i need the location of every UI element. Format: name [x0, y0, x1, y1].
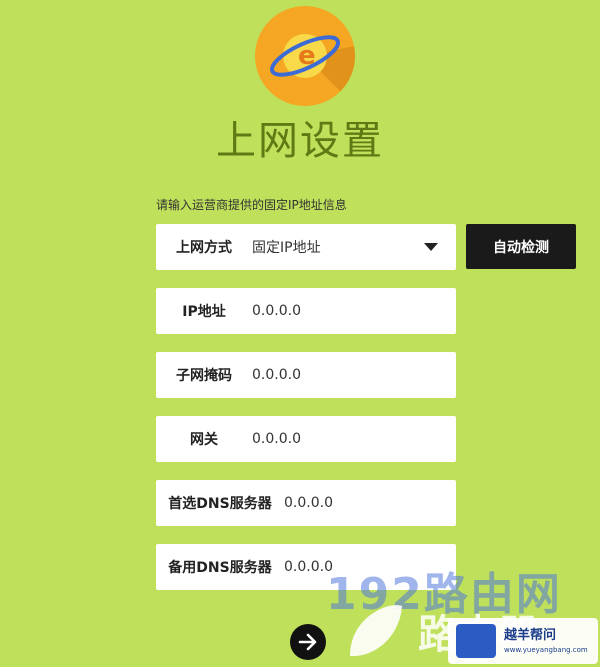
- dropdown-caret-icon[interactable]: [424, 243, 438, 251]
- arrow-right-icon: [298, 633, 317, 651]
- watermark-badge: 越羊帮问 www.yueyangbang.com: [448, 618, 598, 664]
- ip-address-label: IP地址: [182, 304, 226, 320]
- watermark-text-secondary: 路由器: [418, 612, 538, 658]
- gateway-label: 网关: [190, 432, 218, 448]
- badge-title: 越羊帮问: [504, 628, 557, 643]
- auto-detect-button[interactable]: 自动检测: [466, 224, 576, 269]
- ip-address-field[interactable]: IP地址 0.0.0.0: [156, 288, 456, 334]
- connection-mode-select[interactable]: 上网方式 固定IP地址: [156, 224, 456, 270]
- next-button[interactable]: [290, 624, 326, 660]
- ip-address-value[interactable]: 0.0.0.0: [252, 303, 301, 319]
- gateway-value[interactable]: 0.0.0.0: [252, 431, 301, 447]
- page-title: 上网设置: [216, 118, 384, 164]
- badge-url: www.yueyangbang.com: [504, 646, 588, 654]
- app-logo-icon: e: [255, 6, 355, 106]
- subnet-mask-field[interactable]: 子网掩码 0.0.0.0: [156, 352, 456, 398]
- leaf-logo-icon: [350, 605, 402, 657]
- connection-mode-label: 上网方式: [176, 240, 232, 256]
- primary-dns-value[interactable]: 0.0.0.0: [284, 495, 333, 511]
- secondary-dns-label: 备用DNS服务器: [168, 560, 272, 576]
- connection-mode-value: 固定IP地址: [252, 240, 321, 256]
- subnet-mask-label: 子网掩码: [176, 368, 232, 384]
- secondary-dns-value[interactable]: 0.0.0.0: [284, 559, 333, 575]
- subnet-mask-value[interactable]: 0.0.0.0: [252, 367, 301, 383]
- badge-logo-icon: [456, 624, 496, 658]
- primary-dns-field[interactable]: 首选DNS服务器 0.0.0.0: [156, 480, 456, 526]
- gateway-field[interactable]: 网关 0.0.0.0: [156, 416, 456, 462]
- primary-dns-label: 首选DNS服务器: [168, 496, 272, 512]
- instruction-text: 请输入运营商提供的固定IP地址信息: [156, 198, 347, 212]
- secondary-dns-field[interactable]: 备用DNS服务器 0.0.0.0: [156, 544, 456, 590]
- svg-text:e: e: [298, 41, 316, 71]
